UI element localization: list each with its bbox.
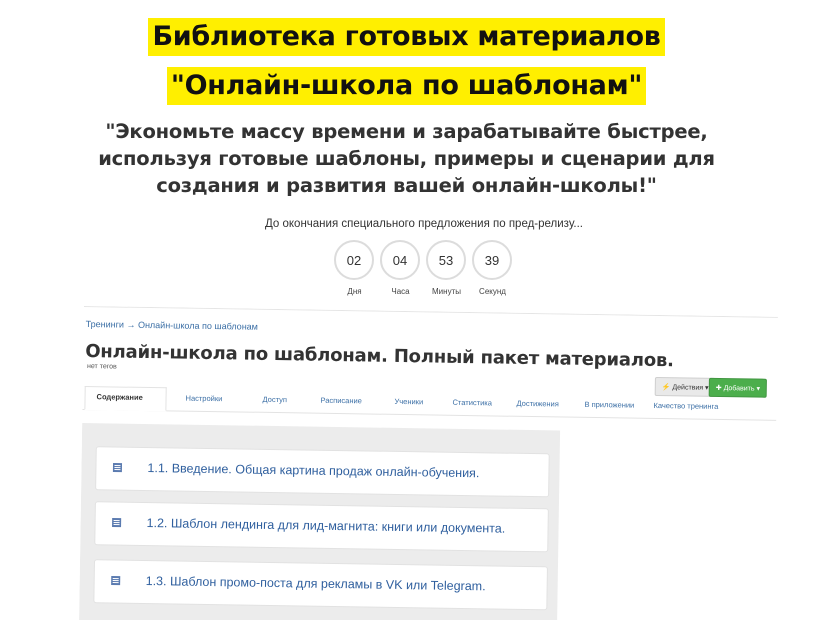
tab-access[interactable]: Доступ bbox=[262, 395, 287, 404]
actions-button[interactable]: ⚡ Действия ▾ bbox=[654, 376, 716, 397]
lesson-item[interactable]: 1.2. Шаблон лендинга для лид-магнита: кн… bbox=[94, 501, 549, 553]
countdown-minutes: 53 Минуты bbox=[426, 240, 467, 296]
countdown-minutes-label: Минуты bbox=[432, 287, 461, 296]
lesson-title: 1.3. Шаблон промо-поста для рекламы в VK… bbox=[145, 574, 486, 594]
countdown-days: 02 Дня bbox=[334, 240, 375, 296]
countdown-seconds-label: Секунд bbox=[479, 287, 506, 296]
course-title: Онлайн-школа по шаблонам. Полный пакет м… bbox=[85, 341, 674, 372]
countdown-seconds: 39 Секунд bbox=[472, 240, 513, 296]
countdown-hours-label: Часа bbox=[391, 287, 410, 296]
course-screenshot: Тренинги → Онлайн-школа по шаблонам Онла… bbox=[78, 306, 778, 620]
breadcrumb[interactable]: Тренинги → Онлайн-школа по шаблонам bbox=[86, 319, 258, 332]
tab-schedule[interactable]: Расписание bbox=[320, 396, 361, 406]
tab-content[interactable]: Содержание bbox=[97, 392, 143, 402]
tab-students[interactable]: Ученики bbox=[394, 397, 423, 406]
tab-training-quality[interactable]: Качество тренинга bbox=[653, 401, 718, 411]
tagline-line-1: "Экономьте массу времени и зарабатывайте… bbox=[105, 120, 708, 143]
countdown-seconds-value: 39 bbox=[472, 240, 512, 280]
tab-settings[interactable]: Настройки bbox=[185, 394, 222, 404]
countdown-hours-value: 04 bbox=[380, 240, 420, 280]
screenshot-top-border bbox=[83, 306, 778, 318]
lesson-item[interactable]: 1.3. Шаблон промо-поста для рекламы в VK… bbox=[93, 559, 548, 611]
lesson-item[interactable]: 1.1. Введение. Общая картина продаж онла… bbox=[95, 446, 550, 498]
headline-line-1: Библиотека готовых материалов bbox=[148, 18, 665, 56]
countdown-days-label: Дня bbox=[347, 287, 362, 296]
tagline-line-2: используя готовые шаблоны, примеры и сце… bbox=[98, 147, 715, 170]
tab-in-app[interactable]: В приложении bbox=[584, 400, 634, 410]
countdown-days-value: 02 bbox=[334, 240, 374, 280]
countdown-minutes-value: 53 bbox=[426, 240, 466, 280]
headline-line-2: "Онлайн-школа по шаблонам" bbox=[166, 67, 647, 105]
tagline-quote: "Экономьте массу времени и зарабатывайте… bbox=[0, 118, 813, 199]
tagline-line-3: создания и развития вашей онлайн-школы!" bbox=[156, 174, 657, 197]
countdown-timer: 02 Дня 04 Часа 53 Минуты 39 Секунд bbox=[334, 240, 518, 296]
countdown-caption: До окончания специального предложения по… bbox=[264, 218, 584, 230]
countdown-hours: 04 Часа bbox=[380, 240, 421, 296]
document-icon bbox=[112, 517, 122, 528]
document-icon bbox=[111, 575, 121, 586]
lesson-title: 1.1. Введение. Общая картина продаж онла… bbox=[147, 461, 480, 481]
tags-label: нет тегов bbox=[86, 363, 117, 371]
tab-statistics[interactable]: Статистика bbox=[452, 398, 492, 408]
headline-line-2-wrap: "Онлайн-школа по шаблонам" bbox=[0, 67, 813, 105]
add-button[interactable]: ✚ Добавить ▾ bbox=[708, 377, 768, 398]
lesson-title: 1.2. Шаблон лендинга для лид-магнита: кн… bbox=[146, 516, 506, 536]
document-icon bbox=[112, 462, 123, 473]
headline-line-1-wrap: Библиотека готовых материалов bbox=[0, 18, 813, 56]
tab-achievements[interactable]: Достижения bbox=[516, 399, 558, 409]
